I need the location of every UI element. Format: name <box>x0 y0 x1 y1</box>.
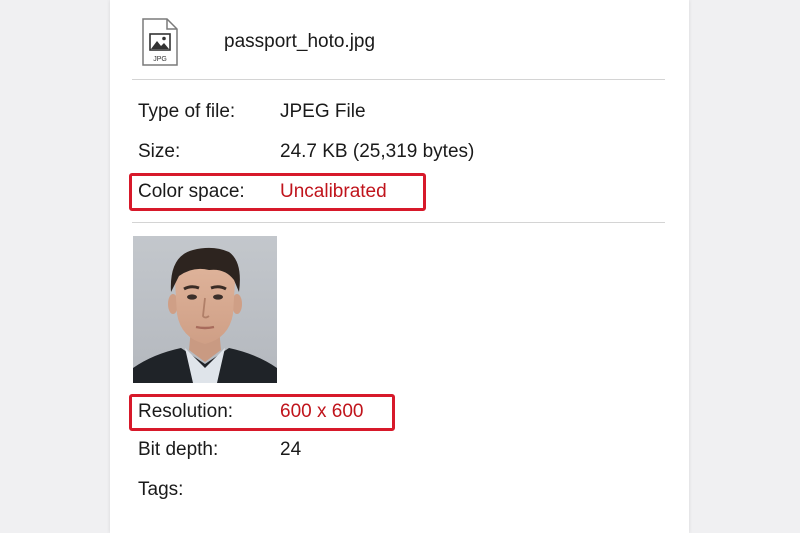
portrait-image <box>133 236 277 383</box>
property-label: Resolution: <box>138 401 234 422</box>
photo-thumbnail <box>133 236 277 383</box>
property-value: 24.7 KB (25,319 bytes) <box>280 141 475 162</box>
property-value: JPEG File <box>280 101 366 122</box>
jpg-file-icon: JPG <box>142 18 178 66</box>
property-label: Type of file: <box>138 101 236 122</box>
divider-middle <box>132 222 665 223</box>
property-label: Size: <box>138 141 181 162</box>
file-type-label: JPG <box>153 56 167 63</box>
divider-top <box>132 79 665 80</box>
file-name: passport_hoto.jpg <box>224 31 376 52</box>
property-label: Color space: <box>138 181 245 202</box>
property-value: 24 <box>280 439 302 460</box>
file-info-panel: JPG passport_hoto.jpg Type of file: JPEG… <box>110 0 689 533</box>
property-value-highlighted: 600 x 600 <box>280 401 364 422</box>
property-label: Bit depth: <box>138 439 219 460</box>
property-label: Tags: <box>138 479 184 500</box>
property-value-highlighted: Uncalibrated <box>280 181 387 202</box>
